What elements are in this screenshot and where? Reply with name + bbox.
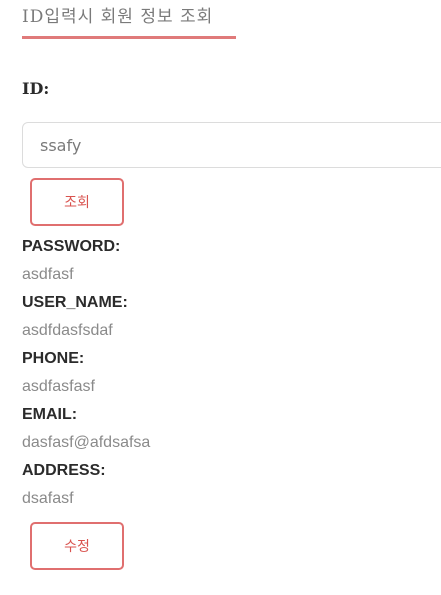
email-value: dasfasf@afdsafsa bbox=[22, 434, 151, 451]
phone-value: asdfasfasf bbox=[22, 378, 95, 395]
member-lookup-page: ID입력시 회원 정보 조회 ID: 조회 PASSWORD: asdfasf … bbox=[0, 0, 441, 595]
user-name-value: asdfdasfsdaf bbox=[22, 322, 113, 339]
edit-button[interactable]: 수정 bbox=[30, 522, 124, 570]
search-button[interactable]: 조회 bbox=[30, 178, 124, 226]
address-label: ADDRESS: bbox=[22, 462, 106, 479]
id-label: ID: bbox=[22, 79, 50, 98]
page-title: ID입력시 회원 정보 조회 bbox=[22, 7, 214, 27]
id-input[interactable] bbox=[22, 122, 441, 168]
password-label: PASSWORD: bbox=[22, 238, 121, 255]
password-value: asdfasf bbox=[22, 266, 74, 283]
address-value: dsafasf bbox=[22, 490, 74, 507]
phone-label: PHONE: bbox=[22, 350, 85, 367]
title-underline bbox=[22, 36, 236, 39]
user-name-label: USER_NAME: bbox=[22, 294, 128, 311]
email-label: EMAIL: bbox=[22, 406, 78, 423]
